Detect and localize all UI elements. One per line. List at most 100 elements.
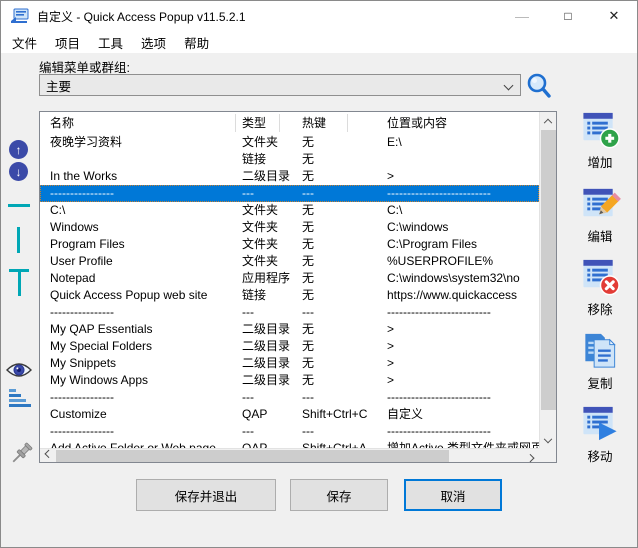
cell-name: 夜晚学习资料 <box>50 134 235 151</box>
column-header-hotkey[interactable]: 热键 <box>302 112 386 129</box>
cell-hotkey: 无 <box>302 202 386 219</box>
vertical-scroll-thumb[interactable] <box>541 130 556 410</box>
add-icon <box>579 109 621 150</box>
cell-hotkey: 无 <box>302 134 386 151</box>
copy-button[interactable]: 复制 <box>561 330 638 392</box>
scroll-up-arrow[interactable] <box>540 112 556 128</box>
column-header-location[interactable]: 位置或内容 <box>387 112 539 129</box>
cell-hotkey: 无 <box>302 372 386 389</box>
table-row[interactable]: My QAP Essentials二级目录无> <box>40 321 539 338</box>
cell-name: ---------------- <box>50 185 235 202</box>
add-column-break-icon[interactable] <box>17 227 20 253</box>
table-row[interactable]: ----------------------------------------… <box>40 185 539 202</box>
sort-items-icon[interactable] <box>9 389 33 409</box>
table-row[interactable]: 链接无 <box>40 151 539 168</box>
eye-icon[interactable] <box>6 361 32 379</box>
table-row[interactable]: Windows文件夹无C:\windows <box>40 219 539 236</box>
cell-hotkey: --- <box>302 185 386 202</box>
horizontal-scroll-thumb[interactable] <box>56 450 449 462</box>
move-up-button[interactable]: ↑ <box>9 140 28 159</box>
horizontal-scrollbar[interactable] <box>40 448 539 462</box>
remove-button[interactable]: 移除 <box>561 256 638 318</box>
cell-location: C:\windows <box>387 219 539 236</box>
table-row[interactable]: ----------------------------------------… <box>40 423 539 440</box>
table-row[interactable]: ----------------------------------------… <box>40 304 539 321</box>
close-button[interactable]: ✕ <box>591 1 637 31</box>
table-row[interactable]: My Windows Apps二级目录无> <box>40 372 539 389</box>
menu-item[interactable]: 帮助 <box>175 30 218 55</box>
cell-hotkey: 无 <box>302 321 386 338</box>
title-bar: 自定义 - Quick Access Popup v11.5.2.1 — □ ✕ <box>1 1 637 31</box>
cancel-button[interactable]: 取消 <box>404 479 502 511</box>
cell-location: > <box>387 168 539 185</box>
app-icon <box>10 8 30 24</box>
copy-icon <box>579 330 621 371</box>
scroll-left-arrow[interactable] <box>40 448 56 464</box>
maximize-button[interactable]: □ <box>545 1 591 31</box>
menu-item[interactable]: 文件 <box>3 30 46 55</box>
table-row[interactable]: ----------------------------------------… <box>40 389 539 406</box>
cell-hotkey: 无 <box>302 253 386 270</box>
table-row[interactable]: My Special Folders二级目录无> <box>40 338 539 355</box>
menu-item[interactable]: 项目 <box>46 30 89 55</box>
cell-name: Notepad <box>50 270 235 287</box>
table-header: 名称 类型 热键 位置或内容 <box>40 112 539 134</box>
save-button[interactable]: 保存 <box>290 479 388 511</box>
search-icon[interactable] <box>524 71 554 101</box>
scroll-right-arrow[interactable] <box>523 448 539 464</box>
cell-location: %USERPROFILE% <box>387 253 539 270</box>
cell-hotkey: 无 <box>302 219 386 236</box>
scrollbar-corner <box>539 448 556 462</box>
cell-location: 自定义 <box>387 406 539 423</box>
cell-location: C:\Program Files <box>387 236 539 253</box>
save-and-exit-button[interactable]: 保存并退出 <box>136 479 276 511</box>
cell-hotkey: 无 <box>302 151 386 168</box>
table-row[interactable]: CustomizeQAPShift+Ctrl+C自定义 <box>40 406 539 423</box>
column-header-name[interactable]: 名称 <box>50 112 235 129</box>
cell-hotkey: 无 <box>302 270 386 287</box>
cell-location: -------------------------- <box>387 304 539 321</box>
table-row[interactable]: My Snippets二级目录无> <box>40 355 539 372</box>
menu-item[interactable]: 选项 <box>132 30 175 55</box>
cell-name: Customize <box>50 406 235 423</box>
cell-location: https://www.quickaccess <box>387 287 539 304</box>
cell-hotkey: --- <box>302 423 386 440</box>
column-separator <box>279 114 280 132</box>
table-row[interactable]: Program Files文件夹无C:\Program Files <box>40 236 539 253</box>
remove-button-label: 移除 <box>587 299 612 318</box>
cell-name: Program Files <box>50 236 235 253</box>
chevron-down-icon <box>504 81 514 91</box>
cell-location: > <box>387 372 539 389</box>
copy-button-label: 复制 <box>587 373 612 392</box>
edit-button[interactable]: 编辑 <box>561 183 638 245</box>
move-down-button[interactable]: ↓ <box>9 162 28 181</box>
cell-name: ---------------- <box>50 389 235 406</box>
add-separator-line-icon[interactable] <box>8 204 30 207</box>
add-button[interactable]: 增加 <box>561 109 638 171</box>
menu-item[interactable]: 工具 <box>89 30 132 55</box>
table-row[interactable]: Quick Access Popup web site链接无https://ww… <box>40 287 539 304</box>
pin-icon[interactable] <box>8 440 34 468</box>
arrow-up-icon: ↑ <box>16 143 22 157</box>
cell-name: ---------------- <box>50 304 235 321</box>
table-row[interactable]: 夜晚学习资料文件夹无E:\ <box>40 134 539 151</box>
table-body: 夜晚学习资料文件夹无E:\链接无In the Works二级目录无>------… <box>40 134 539 450</box>
move-icon <box>579 403 621 444</box>
add-titled-separator-icon[interactable] <box>9 269 29 297</box>
cell-name: My Snippets <box>50 355 235 372</box>
group-selector-value: 主要 <box>46 76 71 95</box>
table-row[interactable]: User Profile文件夹无%USERPROFILE% <box>40 253 539 270</box>
table-row[interactable]: C:\文件夹无C:\ <box>40 202 539 219</box>
add-button-label: 增加 <box>587 152 612 171</box>
table-row[interactable]: Notepad应用程序无C:\windows\system32\no <box>40 270 539 287</box>
minimize-button[interactable]: — <box>499 1 545 31</box>
table-row[interactable]: In the Works二级目录无> <box>40 168 539 185</box>
move-button[interactable]: 移动 <box>561 403 638 465</box>
cell-location: -------------------------- <box>387 389 539 406</box>
cell-name: ---------------- <box>50 423 235 440</box>
move-button-label: 移动 <box>587 446 612 465</box>
cell-hotkey: 无 <box>302 355 386 372</box>
group-selector-dropdown[interactable]: 主要 <box>39 74 521 96</box>
vertical-scrollbar[interactable] <box>539 112 556 450</box>
app-window: 自定义 - Quick Access Popup v11.5.2.1 — □ ✕… <box>0 0 638 548</box>
